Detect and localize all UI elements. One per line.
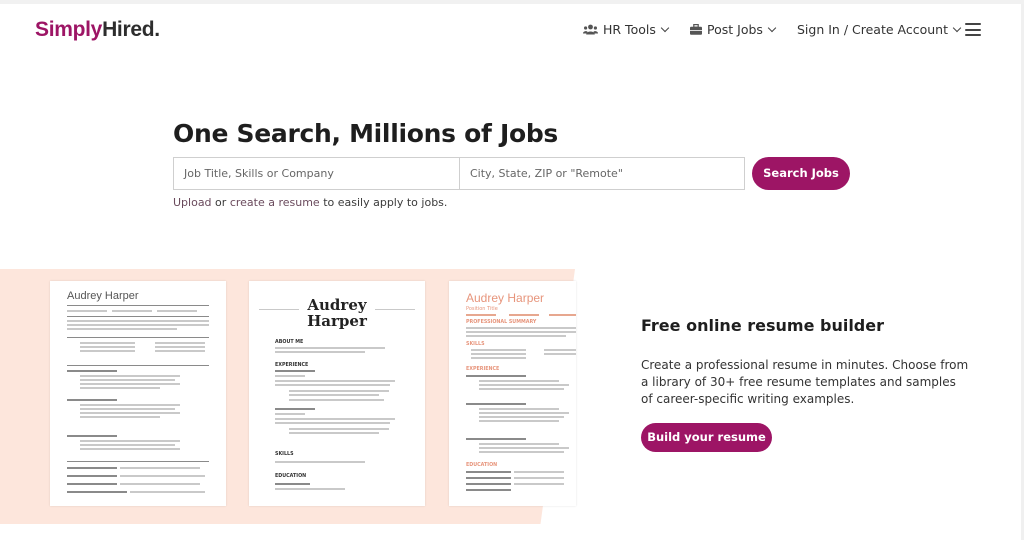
resume-builder-description: Create a professional resume in minutes.…: [641, 358, 969, 406]
search-jobs-button[interactable]: Search Jobs: [752, 157, 850, 190]
nav-sign-in[interactable]: Sign In / Create Account: [797, 22, 962, 37]
nav-hr-tools[interactable]: HR Tools: [583, 22, 670, 37]
simplyhired-logo[interactable]: SimplyHired.: [35, 18, 160, 42]
resume-template-classic[interactable]: Audrey Harper: [50, 281, 226, 506]
chevron-down-icon: [767, 23, 777, 32]
nav-post-jobs[interactable]: Post Jobs: [690, 22, 777, 37]
upload-resume-line: Upload or create a resume to easily appl…: [173, 196, 448, 209]
users-icon: [583, 24, 598, 35]
resume-template-elegant[interactable]: Audrey Harper ABOUT ME EXPERIENCE SKILLS…: [249, 281, 425, 506]
resume-builder-title: Free online resume builder: [641, 316, 884, 335]
job-search-input[interactable]: Job Title, Skills or Company: [173, 157, 460, 190]
briefcase-icon: [690, 24, 702, 35]
build-resume-button[interactable]: Build your resume: [641, 423, 772, 452]
chevron-down-icon: [660, 23, 670, 32]
resume-template-modern[interactable]: Audrey Harper Position Title PROFESSIONA…: [449, 281, 576, 506]
page-title: One Search, Millions of Jobs: [173, 119, 559, 148]
create-resume-link[interactable]: create a resume: [230, 196, 320, 209]
hamburger-menu-icon[interactable]: [965, 23, 981, 36]
chevron-down-icon: [952, 23, 962, 32]
upload-link[interactable]: Upload: [173, 196, 212, 209]
location-input[interactable]: City, State, ZIP or "Remote": [459, 157, 745, 190]
top-border: [0, 0, 1024, 4]
